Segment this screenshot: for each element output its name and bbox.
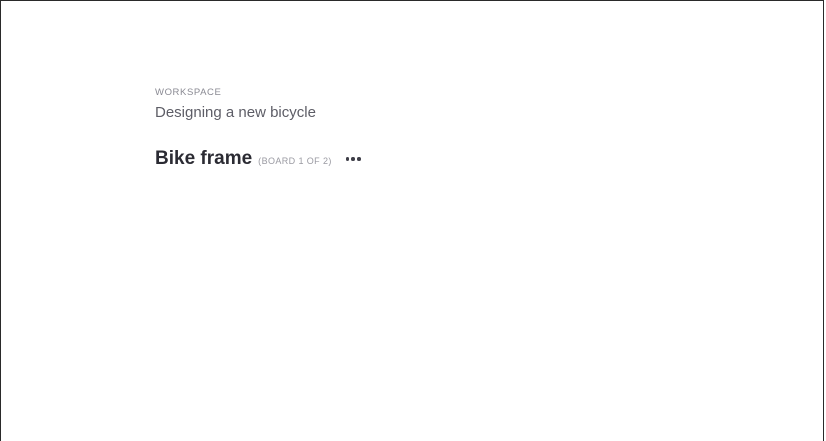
app-frame: WORKSPACE Designing a new bicycle Bike f… (0, 0, 824, 441)
more-horizontal-icon-dot (351, 157, 355, 161)
workspace-name[interactable]: Designing a new bicycle (155, 103, 316, 123)
more-horizontal-icon-dot (356, 157, 361, 161)
workspace-label: WORKSPACE (155, 87, 222, 98)
board-more-button[interactable] (345, 155, 361, 163)
more-horizontal-icon (345, 157, 350, 161)
board-count: (BOARD 1 OF 2) (258, 156, 332, 166)
board-title[interactable]: Bike frame (155, 146, 252, 172)
board-title-row: Bike frame (BOARD 1 OF 2) (155, 146, 361, 172)
workspace-header: WORKSPACE Designing a new bicycle (155, 87, 316, 123)
